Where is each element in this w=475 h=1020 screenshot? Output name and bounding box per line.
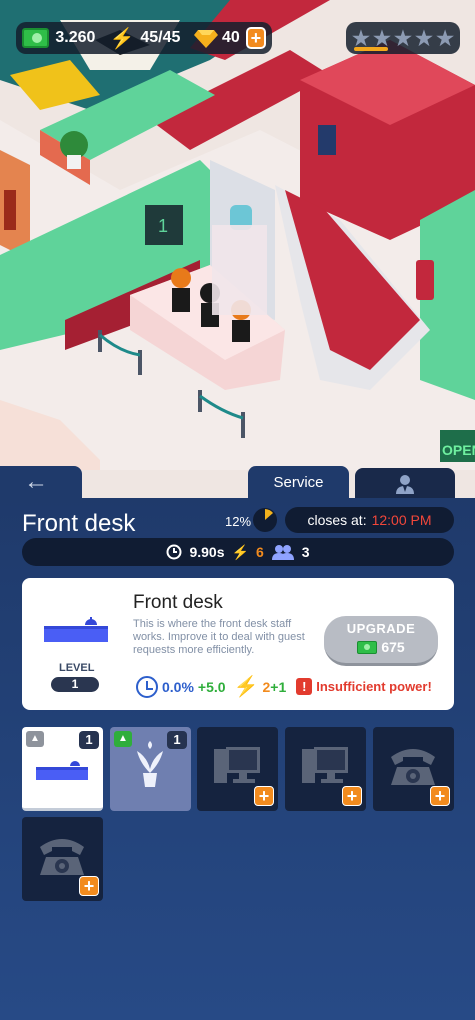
closes-label: closes at: xyxy=(307,512,367,528)
hotel-rating[interactable]: ★ ★ ★ ★ ★ xyxy=(346,22,460,54)
warning-icon: ! xyxy=(296,678,313,695)
guest-count: 3 xyxy=(301,544,310,560)
tab-staff[interactable] xyxy=(355,468,455,500)
speed-stat: 0.0% xyxy=(162,678,194,695)
clock-icon xyxy=(136,675,158,698)
speed-gain: +5.0 xyxy=(197,678,226,695)
cash-icon xyxy=(357,640,378,654)
power-stat: 2 xyxy=(262,678,271,695)
rating-progress-bar xyxy=(354,47,389,51)
slot-computer[interactable]: + xyxy=(285,727,366,811)
slot-telephone[interactable]: + xyxy=(22,817,103,901)
energy-icon: ⚡ xyxy=(233,676,259,698)
star-icon: ★ xyxy=(436,27,454,50)
add-item-button[interactable]: + xyxy=(79,876,99,896)
item-description: This is where the front desk staff works… xyxy=(133,618,305,656)
upgrade-button[interactable]: UPGRADE 675 xyxy=(324,616,438,666)
energy-icon: ⚡ xyxy=(109,27,135,50)
power-gain: +1 xyxy=(270,678,287,695)
room-stats: 9.90s ⚡ 6 3 xyxy=(22,538,454,566)
slot-plant[interactable]: ▲ 1 xyxy=(110,727,191,811)
add-item-button[interactable]: + xyxy=(430,786,450,806)
slot-computer[interactable]: + xyxy=(197,727,278,811)
svg-text:OPEN: OPEN xyxy=(442,442,475,458)
level-label: LEVEL xyxy=(59,662,95,674)
closing-time: closes at: 12:00 PM xyxy=(285,507,454,533)
tab-service[interactable]: Service xyxy=(248,466,349,500)
item-title: Front desk xyxy=(133,592,223,613)
closes-time: 12:00 PM xyxy=(371,512,432,528)
cash-amount: 3.260 xyxy=(55,29,96,46)
game-scene[interactable]: 1 OPEN 3.260 xyxy=(0,0,475,500)
item-info-card: LEVEL 1 Front desk This is where the fro… xyxy=(22,578,454,710)
slot-front-desk[interactable]: ▲ 1 xyxy=(22,727,103,811)
star-icon: ★ xyxy=(394,27,412,50)
gem-icon xyxy=(194,28,219,48)
slot-telephone[interactable]: + xyxy=(373,727,454,811)
plant-vase-icon xyxy=(137,741,163,787)
occupancy-percent: 12% xyxy=(225,514,252,529)
clock-icon xyxy=(166,544,182,560)
add-item-button[interactable]: + xyxy=(254,786,274,806)
upgrade-label: UPGRADE xyxy=(346,621,416,636)
gem-amount: 40 xyxy=(222,29,240,46)
energy-cost: 6 xyxy=(255,544,264,560)
room-title: Front desk xyxy=(22,510,136,537)
front-desk-icon xyxy=(36,761,88,780)
cash-icon xyxy=(22,28,50,48)
upgrade-stats: 0.0% +5.0 ⚡ 2 +1 ! Insufficient power! xyxy=(136,674,432,699)
person-icon xyxy=(396,475,414,494)
power-warning: Insufficient power! xyxy=(316,679,432,694)
hotel-isometric-view: 1 OPEN xyxy=(0,0,475,470)
level-value: 1 xyxy=(51,677,99,692)
add-gems-button[interactable]: + xyxy=(245,27,266,49)
occupancy-pie-icon xyxy=(253,508,277,532)
energy-icon: ⚡ xyxy=(231,543,249,560)
service-time: 9.90s xyxy=(189,544,225,560)
add-item-button[interactable]: + xyxy=(342,786,362,806)
energy-amount: 45/45 xyxy=(140,29,181,46)
front-desk-icon xyxy=(44,617,108,642)
resource-bar: 3.260 ⚡ 45/45 40 + xyxy=(16,22,272,54)
star-icon: ★ xyxy=(415,27,433,50)
back-button[interactable]: ← xyxy=(0,466,82,498)
svg-text:1: 1 xyxy=(158,216,168,236)
upgrade-cost: 675 xyxy=(381,639,405,655)
guests-icon xyxy=(271,545,294,560)
